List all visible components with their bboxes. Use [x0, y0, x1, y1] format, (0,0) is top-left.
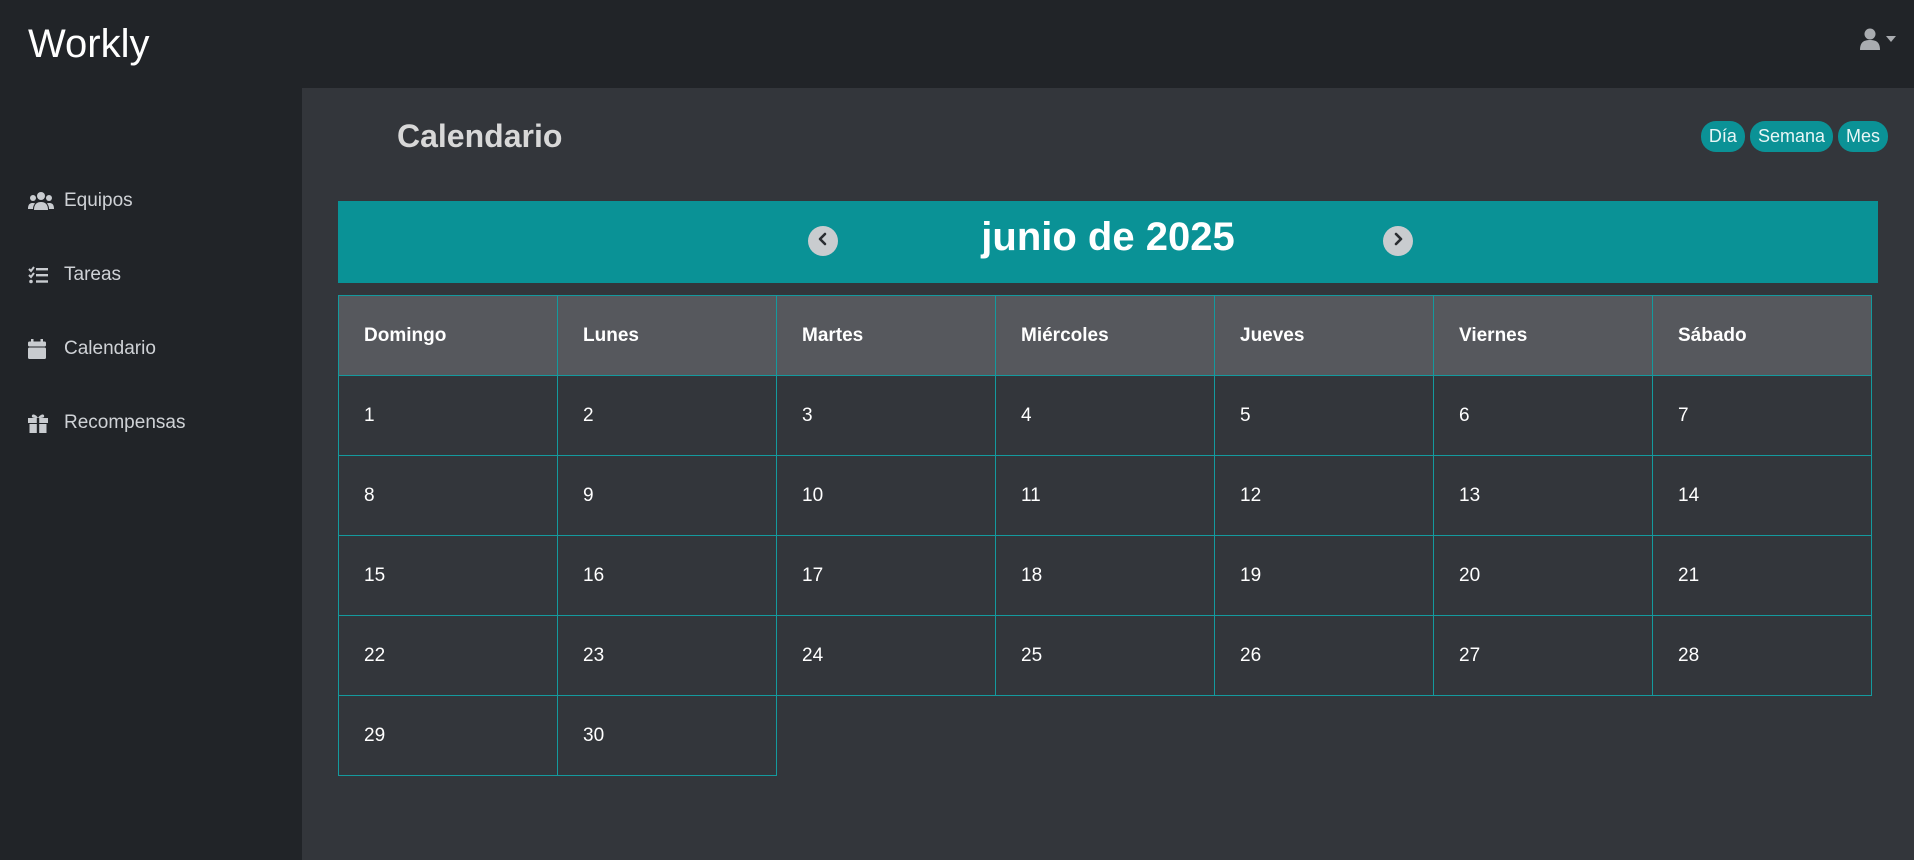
sidebar: Equipos Tareas Calendario Recompensas	[0, 88, 302, 860]
user-menu-button[interactable]	[1860, 28, 1896, 50]
calendar-day-cell[interactable]: 18	[995, 535, 1215, 616]
weekday-header: Miércoles	[995, 295, 1215, 376]
sidebar-item-tareas[interactable]: Tareas	[0, 238, 302, 312]
users-icon	[28, 191, 54, 211]
calendar-day-cell[interactable]: 20	[1433, 535, 1653, 616]
calendar-day-cell[interactable]: 24	[776, 615, 996, 696]
top-navbar: Workly	[0, 0, 1914, 88]
weekday-header: Jueves	[1214, 295, 1434, 376]
calendar-grid: Domingo Lunes Martes Miércoles Jueves Vi…	[338, 295, 1878, 776]
weekday-header: Lunes	[557, 295, 777, 376]
calendar-day-cell[interactable]: 12	[1214, 455, 1434, 536]
gift-icon	[28, 413, 54, 433]
calendar-day-cell[interactable]: 5	[1214, 375, 1434, 456]
calendar-day-cell[interactable]: 4	[995, 375, 1215, 456]
calendar-day-cell[interactable]: 25	[995, 615, 1215, 696]
calendar-day-cell[interactable]: 3	[776, 375, 996, 456]
view-week-button[interactable]: Semana	[1749, 121, 1833, 152]
page-title: Calendario	[397, 118, 563, 154]
sidebar-item-label: Recompensas	[64, 412, 186, 433]
sidebar-item-recompensas[interactable]: Recompensas	[0, 386, 302, 460]
sidebar-item-label: Calendario	[64, 338, 156, 359]
view-day-button[interactable]: Día	[1700, 121, 1745, 152]
calendar-day-cell[interactable]: 2	[557, 375, 777, 456]
calendar-day-cell[interactable]: 15	[338, 535, 558, 616]
user-icon	[1860, 28, 1880, 50]
calendar-day-cell[interactable]: 23	[557, 615, 777, 696]
calendar-day-cell[interactable]: 26	[1214, 615, 1434, 696]
calendar-week-row: 15 16 17 18 19 20 21	[338, 535, 1878, 616]
calendar-day-cell[interactable]: 17	[776, 535, 996, 616]
weekday-header: Sábado	[1652, 295, 1872, 376]
main-content: Calendario Día Semana Mes junio de 2025 …	[302, 88, 1914, 860]
view-month-button[interactable]: Mes	[1837, 121, 1888, 152]
weekday-header: Martes	[776, 295, 996, 376]
weekday-header-row: Domingo Lunes Martes Miércoles Jueves Vi…	[338, 295, 1878, 376]
calendar-day-cell[interactable]: 1	[338, 375, 558, 456]
calendar-day-cell[interactable]: 7	[1652, 375, 1872, 456]
calendar-day-cell[interactable]: 19	[1214, 535, 1434, 616]
chevron-right-icon	[1392, 232, 1404, 251]
weekday-header: Viernes	[1433, 295, 1653, 376]
sidebar-item-calendario[interactable]: Calendario	[0, 312, 302, 386]
sidebar-nav: Equipos Tareas Calendario Recompensas	[0, 164, 302, 460]
month-title: junio de 2025	[981, 215, 1235, 259]
calendar-day-cell[interactable]: 22	[338, 615, 558, 696]
calendar-day-cell[interactable]: 14	[1652, 455, 1872, 536]
calendar-day-cell[interactable]: 10	[776, 455, 996, 536]
calendar-day-cell[interactable]: 6	[1433, 375, 1653, 456]
weekday-header: Domingo	[338, 295, 558, 376]
calendar-icon	[28, 339, 54, 359]
sidebar-item-label: Equipos	[64, 190, 133, 211]
calendar-day-cell[interactable]: 28	[1652, 615, 1872, 696]
sidebar-item-label: Tareas	[64, 264, 122, 285]
calendar-day-cell[interactable]: 30	[557, 695, 777, 776]
calendar-day-cell[interactable]: 21	[1652, 535, 1872, 616]
calendar-header: junio de 2025	[338, 201, 1878, 283]
calendar-day-cell[interactable]: 29	[338, 695, 558, 776]
calendar-week-row: 8 9 10 11 12 13 14	[338, 455, 1878, 536]
calendar-day-cell[interactable]: 16	[557, 535, 777, 616]
calendar-week-row: 22 23 24 25 26 27 28	[338, 615, 1878, 696]
tasks-list-icon	[28, 266, 54, 284]
view-switcher: Día Semana Mes	[1700, 121, 1888, 152]
calendar-week-row: 1 2 3 4 5 6 7	[338, 375, 1878, 456]
caret-down-icon	[1886, 36, 1896, 42]
next-month-button[interactable]	[1383, 226, 1413, 256]
calendar-week-row: 29 30	[338, 695, 1878, 776]
sidebar-item-equipos[interactable]: Equipos	[0, 164, 302, 238]
calendar-day-cell[interactable]: 11	[995, 455, 1215, 536]
brand-logo[interactable]: Workly	[28, 22, 149, 67]
calendar-day-cell[interactable]: 9	[557, 455, 777, 536]
calendar-day-cell[interactable]: 27	[1433, 615, 1653, 696]
calendar-day-cell[interactable]: 13	[1433, 455, 1653, 536]
calendar-day-cell[interactable]: 8	[338, 455, 558, 536]
